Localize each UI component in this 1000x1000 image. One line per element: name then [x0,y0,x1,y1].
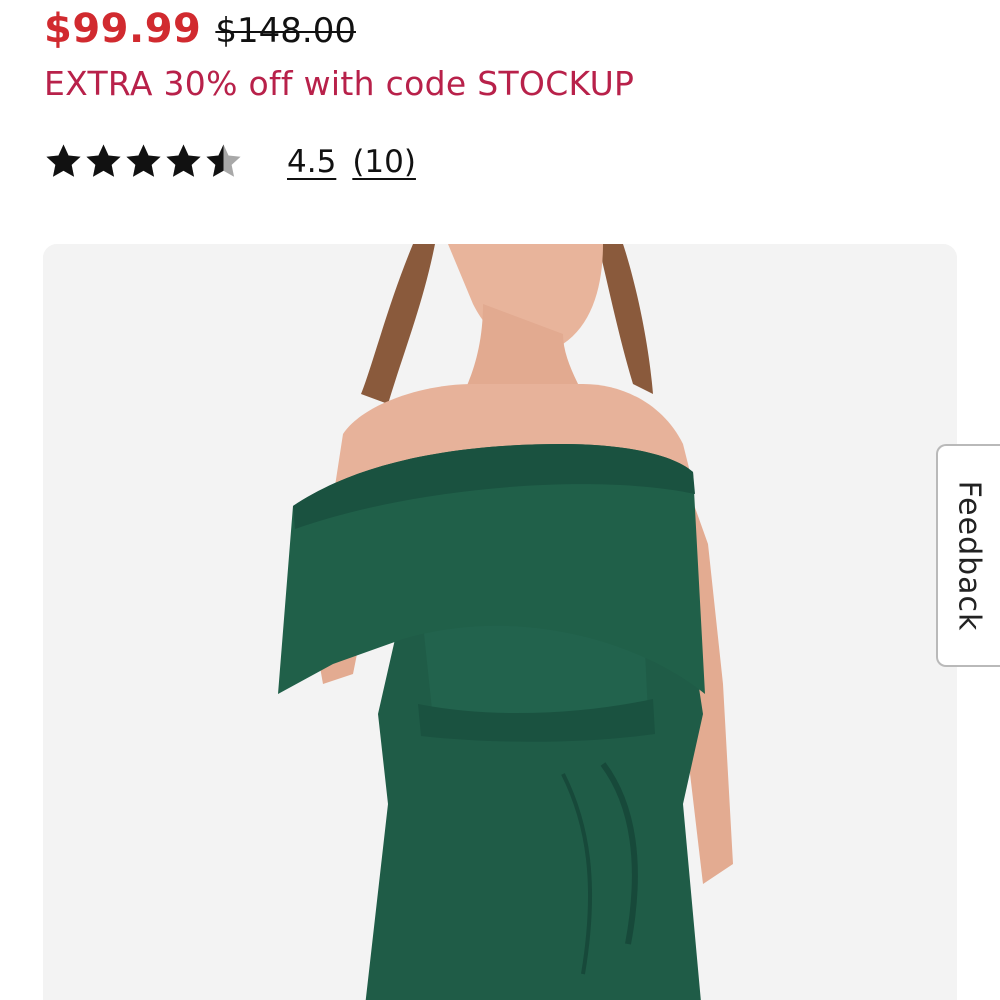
product-image[interactable] [43,244,957,1000]
review-count-link[interactable]: (10) [352,144,416,180]
original-price: $148.00 [215,11,356,51]
feedback-tab[interactable]: Feedback [936,444,1000,667]
star-rating [44,142,243,181]
product-detail-page: $99.99 $148.00 EXTRA 30% off with code S… [0,0,1000,1000]
star-half-icon [206,144,241,177]
star-filled-icon [86,144,121,177]
star-filled-icon [46,144,81,177]
dress-model-photo [43,244,957,1000]
price-row: $99.99 $148.00 [44,6,356,52]
rating-average-link[interactable]: 4.5 [287,144,336,180]
rating-row: 4.5 (10) [44,142,416,181]
feedback-label: Feedback [951,480,987,631]
promo-message: EXTRA 30% off with code STOCKUP [44,64,635,103]
star-filled-icon [126,144,161,177]
star-filled-icon [166,144,201,177]
sale-price: $99.99 [44,6,202,52]
